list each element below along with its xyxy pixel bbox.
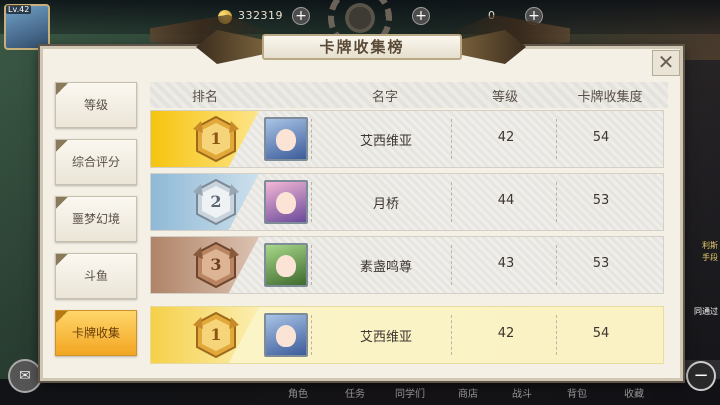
tab-douyu[interactable]: 斗鱼 (55, 253, 137, 299)
right-label-3: 同通过 (694, 307, 718, 316)
player-name: 素盏鸣尊 (359, 260, 412, 275)
table-row[interactable]: 2 月桥 44 53 (150, 173, 664, 231)
add-gold-button[interactable]: + (292, 7, 310, 25)
bottom-nav-item[interactable]: 角色 (288, 385, 308, 400)
table-row[interactable]: 1 艾西维亚 42 54 (150, 110, 664, 168)
tab-card-collection[interactable]: 卡牌收集 (55, 310, 137, 356)
dialog-title: 卡牌收集榜 (262, 34, 462, 60)
header-rank: 排名 (191, 90, 218, 105)
close-button[interactable]: ✕ (652, 50, 680, 76)
player-name: 艾西维亚 (359, 134, 412, 149)
green-hair-girl-avatar (264, 243, 308, 287)
table-row[interactable]: 3 素盏鸣尊 43 53 (150, 236, 664, 294)
tab-overall-score[interactable]: 综合评分 (55, 139, 137, 185)
right-label-1: 利斯 (702, 241, 718, 250)
player-level: 44 (497, 193, 515, 208)
player-level: 42 (497, 326, 515, 341)
bottom-nav-item[interactable]: 同学们 (395, 385, 425, 400)
player-level: 42 (497, 130, 515, 145)
player-name: 艾西维亚 (359, 330, 412, 345)
tab-level[interactable]: 等级 (55, 82, 137, 128)
player-level: Lv.42 (6, 5, 32, 14)
bottom-nav-item[interactable]: 任务 (345, 385, 365, 400)
header-name: 名字 (371, 90, 398, 105)
table-header: 排名 名字 等级 卡牌收集度 (150, 82, 668, 108)
collection-value: 54 (592, 130, 610, 145)
rank-number: 1 (210, 129, 222, 148)
ranking-table: 排名 名字 等级 卡牌收集度 1 艾西维亚 42 54 2 月桥 44 53 3… (150, 82, 668, 372)
chat-bubble-icon[interactable]: ✉ (8, 359, 42, 393)
gold-amount: 332319 (238, 9, 283, 22)
bottom-nav-item[interactable]: 战斗 (512, 385, 532, 400)
minimize-button[interactable]: − (686, 361, 716, 391)
player-name: 月桥 (372, 197, 399, 212)
right-label-2: 手段 (702, 253, 718, 262)
tab-nightmare-realm[interactable]: 噩梦幻境 (55, 196, 137, 242)
blue-hair-maid-avatar (264, 117, 308, 161)
collection-value: 53 (592, 256, 610, 271)
rank-number: 3 (210, 255, 222, 274)
collection-value: 53 (592, 193, 610, 208)
bottom-nav-item[interactable]: 收藏 (624, 385, 644, 400)
header-level: 等级 (491, 90, 518, 105)
header-collection: 卡牌收集度 (577, 90, 643, 105)
self-rank-row[interactable]: 1 艾西维亚 42 54 (150, 306, 664, 364)
pink-hair-girl-avatar (264, 180, 308, 224)
rank-number: 2 (210, 192, 222, 211)
blue-hair-maid-avatar (264, 313, 308, 357)
rank-number: 1 (210, 325, 222, 344)
bottom-nav-item[interactable]: 背包 (567, 385, 587, 400)
bottom-nav-item[interactable]: 商店 (458, 385, 478, 400)
collection-value: 54 (592, 326, 610, 341)
add-stat-2-button[interactable]: + (412, 7, 430, 25)
player-level: 43 (497, 256, 515, 271)
